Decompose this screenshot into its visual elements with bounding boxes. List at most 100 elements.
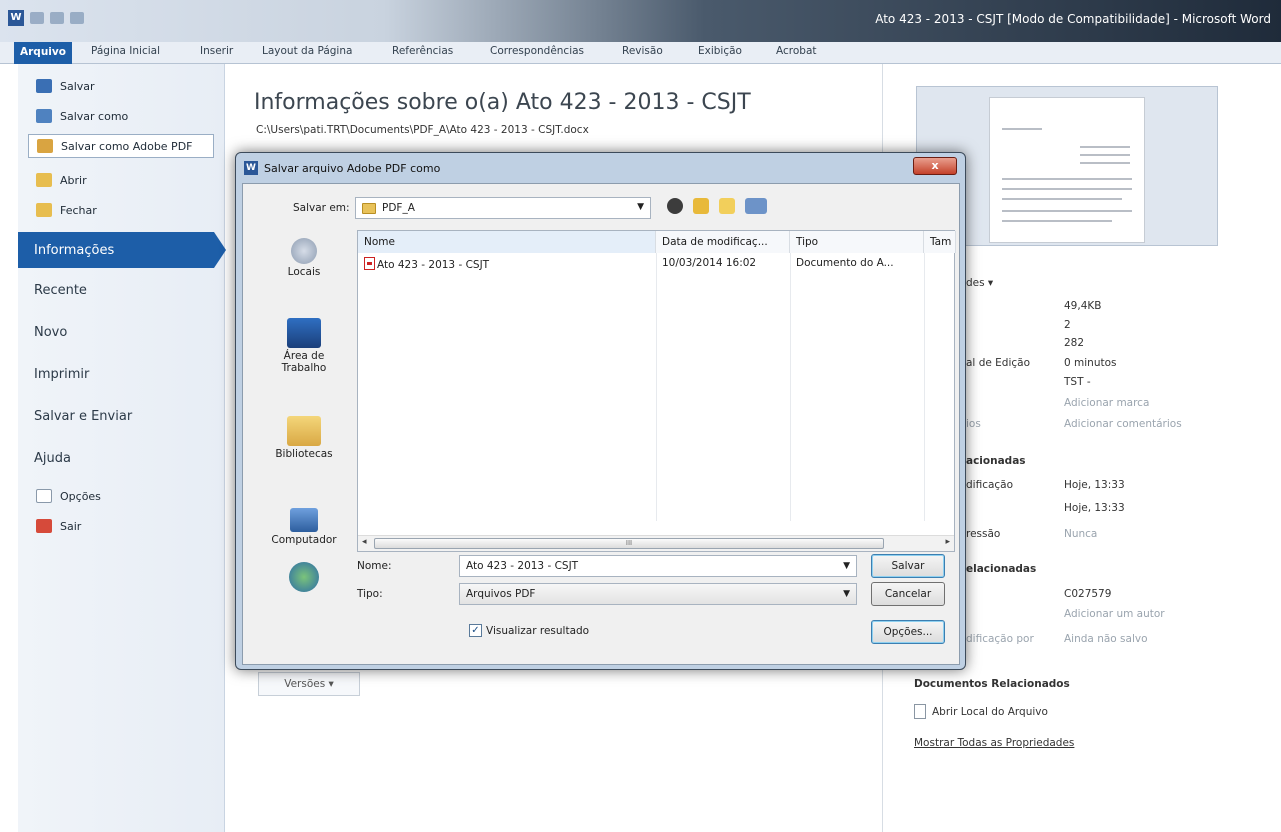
options-button[interactable]: Opções... xyxy=(871,620,945,644)
related-docs-head: Documentos Relacionados xyxy=(914,678,1070,690)
new-folder-icon[interactable] xyxy=(719,198,735,214)
chevron-down-icon[interactable]: ▼ xyxy=(843,584,850,604)
type-label: Tipo: xyxy=(357,588,383,600)
column-data-modificacao[interactable]: Data de modificaç... xyxy=(656,231,790,253)
close-button[interactable]: x xyxy=(913,157,957,175)
properties-header[interactable]: des ▾ xyxy=(966,277,993,289)
prop-add-tag[interactable]: Adicionar marca xyxy=(1064,397,1149,409)
pdf-save-icon xyxy=(37,139,53,153)
nav-tab-novo[interactable]: Novo xyxy=(18,314,218,350)
title-bar: W Ato 423 - 2013 - CSJT [Modo de Compati… xyxy=(0,0,1281,42)
file-type-select[interactable]: Arquivos PDF ▼ xyxy=(459,583,857,605)
prop-last-mod-by-label: dificação por xyxy=(966,633,1034,645)
show-all-properties-link[interactable]: Mostrar Todas as Propriedades xyxy=(914,737,1074,749)
file-name-input[interactable]: Ato 423 - 2013 - CSJT ▼ xyxy=(459,555,857,577)
back-icon[interactable] xyxy=(667,198,683,214)
scroll-left-icon[interactable]: ◂ xyxy=(362,537,367,547)
view-result-checkbox-row[interactable]: ✓ Visualizar resultado xyxy=(469,624,589,637)
name-label: Nome: xyxy=(357,560,392,572)
folder-icon xyxy=(362,202,376,214)
scroll-right-icon[interactable]: ▸ xyxy=(945,537,950,547)
prop-edit-time-label: al de Edição xyxy=(966,357,1030,369)
page-title: Informações sobre o(a) Ato 423 - 2013 - … xyxy=(254,90,751,115)
window-title: Ato 423 - 2013 - CSJT [Modo de Compatibi… xyxy=(875,12,1271,26)
dialog-body: Salvar em: PDF_A ▼ Locais Área de Trabal… xyxy=(242,183,960,665)
prop-last-mod-by: Ainda não salvo xyxy=(1064,633,1148,645)
file-list: Nome Data de modificaç... Tipo Tam Ato 4… xyxy=(357,230,956,552)
save-icon xyxy=(36,79,52,93)
views-menu-icon[interactable] xyxy=(745,198,767,214)
file-path: C:\Users\pati.TRT\Documents\PDF_A\Ato 42… xyxy=(256,124,589,136)
column-nome[interactable]: Nome xyxy=(358,231,656,253)
close-folder-icon xyxy=(36,203,52,217)
undo-icon[interactable] xyxy=(50,12,64,24)
cmd-sair[interactable]: Sair xyxy=(36,514,81,538)
prop-comments-label: ios xyxy=(966,418,981,430)
prop-title[interactable]: TST - xyxy=(1064,376,1091,388)
place-bibliotecas[interactable]: Bibliotecas xyxy=(255,416,353,460)
place-network[interactable] xyxy=(255,562,353,594)
tab-referencias[interactable]: Referências xyxy=(392,45,453,57)
nav-tab-recente[interactable]: Recente xyxy=(18,272,218,308)
cmd-salvar-adobe-pdf[interactable]: Salvar como Adobe PDF xyxy=(28,134,214,158)
tab-correspondencias[interactable]: Correspondências xyxy=(490,45,584,57)
chevron-down-icon: ▼ xyxy=(637,202,644,212)
horizontal-scrollbar[interactable]: ◂ III ▸ xyxy=(358,535,954,551)
up-folder-icon[interactable] xyxy=(693,198,709,214)
versions-button[interactable]: Versões ▾ xyxy=(258,672,360,696)
file-date-cell: 10/03/2014 16:02 xyxy=(662,257,757,269)
pdf-file-icon xyxy=(364,257,375,270)
network-globe-icon xyxy=(289,562,319,592)
tab-pagina-inicial[interactable]: Página Inicial xyxy=(91,45,160,57)
view-result-checkbox[interactable]: ✓ xyxy=(469,624,482,637)
chevron-down-icon[interactable]: ▼ xyxy=(843,556,850,576)
related-people-head: elacionadas xyxy=(966,563,1037,575)
place-area-de-trabalho[interactable]: Área de Trabalho xyxy=(255,318,353,374)
nav-tab-ajuda[interactable]: Ajuda xyxy=(18,440,218,476)
backstage-nav: Salvar Salvar como Salvar como Adobe PDF… xyxy=(18,64,226,832)
places-bar: Locais Área de Trabalho Bibliotecas Comp… xyxy=(255,228,353,622)
prop-printed-label: ressão xyxy=(966,528,1001,540)
dialog-toolbar xyxy=(667,198,767,214)
cancel-button[interactable]: Cancelar xyxy=(871,582,945,606)
tab-arquivo[interactable]: Arquivo xyxy=(14,42,72,64)
prop-words: 282 xyxy=(1064,337,1085,349)
prop-add-comments[interactable]: Adicionar comentários xyxy=(1064,418,1182,430)
word-icon: W xyxy=(244,161,258,175)
cmd-salvar-como[interactable]: Salvar como xyxy=(36,104,128,128)
open-file-location[interactable]: Abrir Local do Arquivo xyxy=(914,704,1048,719)
tab-exibicao[interactable]: Exibição xyxy=(698,45,742,57)
prop-add-author[interactable]: Adicionar um autor xyxy=(1064,608,1165,620)
tab-inserir[interactable]: Inserir xyxy=(200,45,233,57)
nav-tab-informacoes[interactable]: Informações xyxy=(18,232,226,268)
cmd-abrir[interactable]: Abrir xyxy=(36,168,87,192)
save-in-label: Salvar em: xyxy=(293,202,350,214)
nav-tab-salvar-e-enviar[interactable]: Salvar e Enviar xyxy=(18,398,218,434)
nav-tab-imprimir[interactable]: Imprimir xyxy=(18,356,218,392)
word-logo-icon[interactable]: W xyxy=(8,10,24,26)
file-row[interactable]: Ato 423 - 2013 - CSJT 10/03/2014 16:02 D… xyxy=(358,257,938,275)
save-icon[interactable] xyxy=(30,12,44,24)
tab-revisao[interactable]: Revisão xyxy=(622,45,663,57)
save-button[interactable]: Salvar xyxy=(871,554,945,578)
tab-acrobat[interactable]: Acrobat xyxy=(776,45,817,57)
column-tamanho[interactable]: Tam xyxy=(924,231,956,253)
cmd-opcoes[interactable]: Opções xyxy=(36,484,101,508)
prop-modified-label: dificação xyxy=(966,479,1014,491)
prop-author[interactable]: C027579 xyxy=(1064,588,1111,600)
cmd-fechar[interactable]: Fechar xyxy=(36,198,97,222)
open-folder-icon xyxy=(36,173,52,187)
cmd-salvar[interactable]: Salvar xyxy=(36,74,95,98)
scroll-thumb[interactable]: III xyxy=(374,538,884,549)
place-computador[interactable]: Computador xyxy=(255,508,353,546)
tab-layout[interactable]: Layout da Página xyxy=(262,45,352,57)
quick-access-toolbar: W xyxy=(8,10,84,26)
column-tipo[interactable]: Tipo xyxy=(790,231,924,253)
libraries-icon xyxy=(287,416,321,446)
place-locais[interactable]: Locais xyxy=(255,238,353,278)
redo-icon[interactable] xyxy=(70,12,84,24)
save-in-dropdown[interactable]: PDF_A ▼ xyxy=(355,197,651,219)
recent-places-icon xyxy=(291,238,317,264)
document-icon xyxy=(914,704,926,719)
file-type-cell: Documento do A... xyxy=(796,257,894,269)
